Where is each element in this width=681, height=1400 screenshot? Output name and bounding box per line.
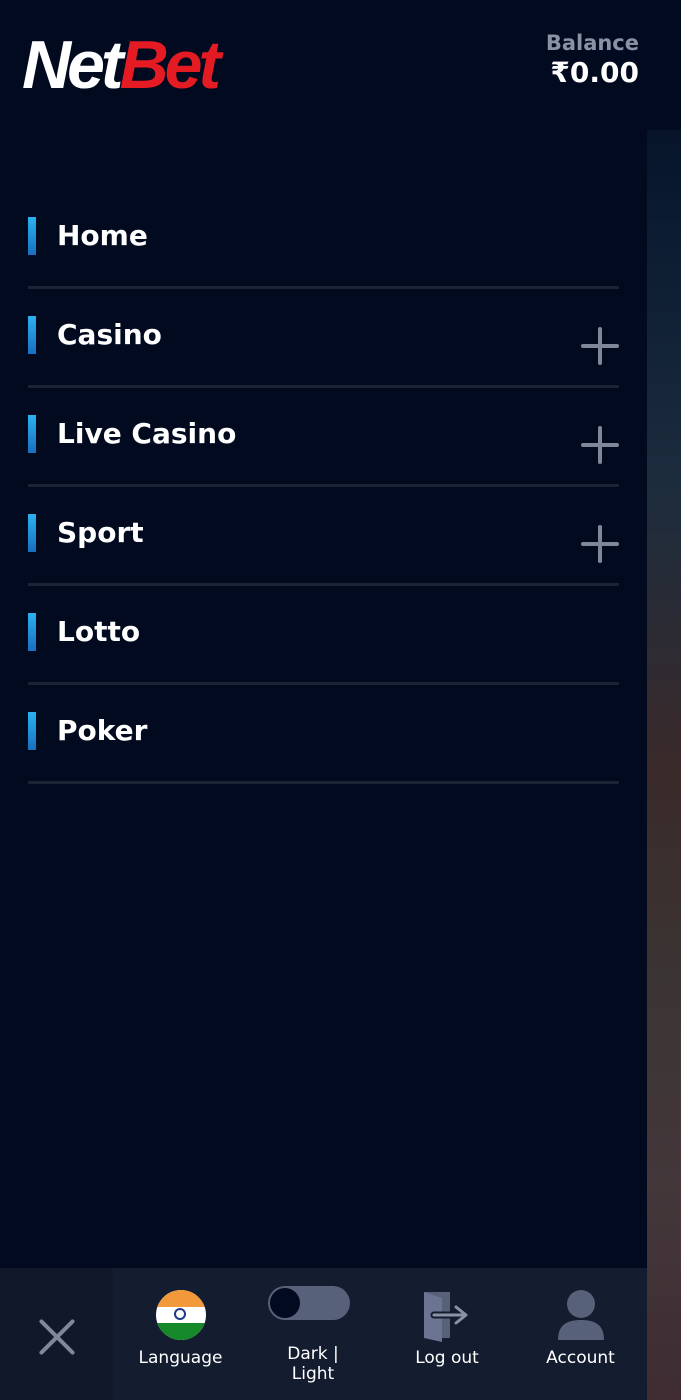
bottom-toolbar: Language Dark | Light Log out Account: [0, 1268, 647, 1400]
balance-display[interactable]: Balance ₹0.00: [546, 30, 639, 90]
page-backdrop: [647, 0, 681, 1400]
menu-item-home[interactable]: Home: [28, 190, 619, 289]
plus-icon[interactable]: [581, 426, 619, 464]
menu-item-accent: [28, 712, 36, 750]
menu-item-accent: [28, 415, 36, 453]
toggle-knob: [270, 1288, 300, 1318]
menu-item-accent: [28, 316, 36, 354]
language-label: Language: [138, 1348, 223, 1368]
logout-button[interactable]: Log out: [380, 1268, 514, 1400]
main-menu: Home Casino Live Casino Sport Lotto Poke…: [28, 190, 619, 784]
theme-label-dark: Dark |: [287, 1344, 339, 1364]
balance-amount: ₹0.00: [550, 56, 639, 89]
menu-item-live-casino[interactable]: Live Casino: [28, 388, 619, 487]
user-icon: [558, 1290, 604, 1340]
menu-item-label: Sport: [57, 516, 144, 549]
side-menu-panel: NetBet Balance ₹0.00 Home Casino Live Ca…: [0, 0, 681, 1400]
plus-icon[interactable]: [581, 525, 619, 563]
close-button[interactable]: [0, 1268, 113, 1400]
theme-toggle[interactable]: Dark | Light: [248, 1268, 378, 1400]
menu-item-lotto[interactable]: Lotto: [28, 586, 619, 685]
account-button[interactable]: Account: [514, 1268, 647, 1400]
menu-item-sport[interactable]: Sport: [28, 487, 619, 586]
menu-item-label: Poker: [57, 714, 148, 747]
menu-item-accent: [28, 217, 36, 255]
theme-label-light: Light: [291, 1364, 335, 1384]
menu-item-label: Casino: [57, 318, 162, 351]
menu-item-poker[interactable]: Poker: [28, 685, 619, 784]
menu-item-casino[interactable]: Casino: [28, 289, 619, 388]
menu-item-accent: [28, 613, 36, 651]
menu-item-label: Live Casino: [57, 417, 237, 450]
close-icon: [38, 1318, 76, 1356]
netbet-logo[interactable]: NetBet: [22, 27, 222, 103]
balance-label: Balance: [545, 31, 639, 55]
logout-label: Log out: [415, 1348, 479, 1368]
account-label: Account: [546, 1348, 615, 1368]
menu-item-label: Lotto: [57, 615, 141, 648]
menu-header: NetBet Balance ₹0.00: [0, 0, 681, 130]
language-button[interactable]: Language: [113, 1268, 248, 1400]
india-flag-icon: [156, 1290, 206, 1340]
logo-net: Net: [22, 27, 124, 103]
plus-icon[interactable]: [581, 327, 619, 365]
toggle-icon[interactable]: [268, 1286, 350, 1320]
menu-item-label: Home: [57, 219, 148, 252]
logout-icon: [424, 1292, 468, 1342]
menu-item-accent: [28, 514, 36, 552]
logo-bet: Bet: [119, 27, 222, 103]
